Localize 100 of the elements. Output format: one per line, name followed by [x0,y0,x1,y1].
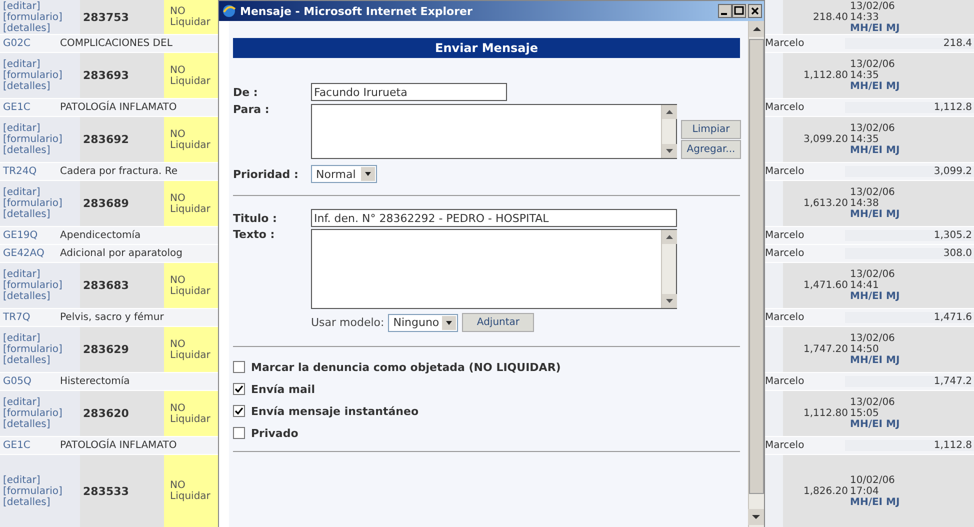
doctor-text: Marcelo [765,248,806,259]
code-text: GE19Q [2,230,39,241]
link[interactable]: [formulario] [3,134,80,145]
link[interactable]: [editar] [3,397,80,408]
dropdown[interactable]: Ninguno [388,314,458,332]
link[interactable]: [detalles] [3,81,80,92]
priority-label: Prioridad : [233,168,300,180]
number-cell: 283683 [80,263,164,308]
amount-text: 1,305.2 [845,230,974,241]
number-cell: 283692 [80,117,164,162]
body-field[interactable] [311,229,677,309]
amount-text: 308.0 [845,248,974,259]
codes-link[interactable]: MH/EI MJ [850,496,974,508]
scrollbar[interactable] [661,105,676,158]
link[interactable]: [formulario] [3,198,80,209]
time-text: 17:04 [850,486,880,496]
scroll-down-icon[interactable] [662,144,677,158]
link[interactable]: [formulario] [3,70,80,81]
scroll-up-icon[interactable] [662,230,677,244]
description-text: PATOLOGÍA INFLAMATO [60,440,177,451]
subject-label: Titulo : [233,212,278,224]
link[interactable]: [editar] [3,474,80,486]
description-text: Adicional por aparatolog [60,248,182,259]
time-text: 15:05 [850,408,880,419]
number-cell: 283689 [80,181,164,226]
link[interactable]: [editar] [3,123,80,134]
time-text: 14:38 [850,198,880,209]
scroll-up-icon[interactable] [749,21,764,37]
link[interactable]: [detalles] [3,209,80,220]
link[interactable]: [detalles] [3,496,80,508]
checkbox[interactable] [233,383,245,395]
checkbox[interactable] [233,361,245,373]
link[interactable]: [detalles] [3,22,80,34]
codes-link[interactable]: MH/EI MJ [850,355,974,366]
minimize-icon[interactable] [718,4,732,18]
codes-link[interactable]: MH/EI MJ [850,145,974,156]
link[interactable]: [formulario] [3,12,80,22]
number-cell: 283693 [80,53,164,98]
status-cell: NO Liquidar [164,455,218,527]
link[interactable]: [formulario] [3,280,80,291]
number-cell: 283620 [80,391,164,436]
link[interactable]: [editar] [3,0,80,12]
amount-text: 1,112.8 [845,102,974,113]
scrollbar[interactable] [661,230,676,308]
doctor-text: Marcelo [765,102,806,113]
option-label: Envía mail [251,384,315,394]
close-icon[interactable] [748,4,762,18]
amount-text: 3,099.2 [845,166,974,177]
link[interactable]: [formulario] [3,344,80,355]
maximize-icon[interactable] [732,4,746,18]
link[interactable]: [editar] [3,59,80,70]
codes-link[interactable]: MH/EI MJ [850,209,974,220]
codes-link[interactable]: MH/EI MJ [850,419,974,430]
doctor-text: Marcelo [765,230,806,241]
from-label: De : [233,86,259,98]
action-button[interactable]: Limpiar [681,120,741,139]
link[interactable]: [detalles] [3,291,80,302]
link[interactable]: [formulario] [3,486,80,496]
link[interactable]: [formulario] [3,408,80,419]
description-text: COMPLICACIONES DEL [60,38,172,49]
date-text: 13/02/06 [850,123,896,134]
from-field[interactable]: Facundo Irurueta [311,83,507,101]
codes-link[interactable]: MH/EI MJ [850,81,974,92]
description-text: Cadera por fractura. Re [60,166,178,177]
scroll-down-icon[interactable] [662,294,677,308]
codes-link[interactable]: MH/EI MJ [850,291,974,302]
scroll-up-icon[interactable] [662,105,677,119]
number-cell: 283533 [80,455,164,527]
amount-cell: 1,112.80 [783,391,848,436]
codes-link[interactable]: MH/EI MJ [850,22,974,34]
time-text: 14:33 [850,12,880,22]
checkbox[interactable] [233,405,245,417]
amount-cell: 1,471.60 [783,263,848,308]
amount-cell: 1,826.20 [783,455,848,527]
attach-button[interactable]: Adjuntar [462,313,534,332]
template-label: Usar modelo: [311,317,384,328]
checkbox[interactable] [233,427,245,439]
link[interactable]: [editar] [3,187,80,198]
to-field[interactable] [311,104,677,159]
subject-field[interactable]: Inf. den. N° 28362292 - PEDRO - HOSPITAL [311,209,677,227]
link[interactable]: [editar] [3,269,80,280]
action-button[interactable]: Agregar... [681,140,741,159]
date-text: 13/02/06 [850,397,896,408]
time-text: 14:35 [850,134,880,145]
code-text: TR24Q [2,166,38,177]
dropdown[interactable]: Normal [311,165,377,183]
amount-text: 1,747.2 [845,376,974,387]
window-title: Mensaje - Microsoft Internet Explorer [240,6,472,16]
status-cell: NO Liquidar [164,53,218,98]
link[interactable]: [detalles] [3,145,80,156]
doctor-text: Marcelo [765,312,806,323]
scroll-down-icon[interactable] [748,509,764,525]
link[interactable]: [detalles] [3,355,80,366]
link[interactable]: [editar] [3,333,80,344]
doctor-text: Marcelo [765,440,806,451]
dialog-scrollbar[interactable] [748,21,764,527]
link[interactable]: [detalles] [3,419,80,430]
scroll-thumb[interactable] [749,39,764,494]
date-text: 13/02/06 [850,59,896,70]
description-text: PATOLOGÍA INFLAMATO [60,102,177,113]
